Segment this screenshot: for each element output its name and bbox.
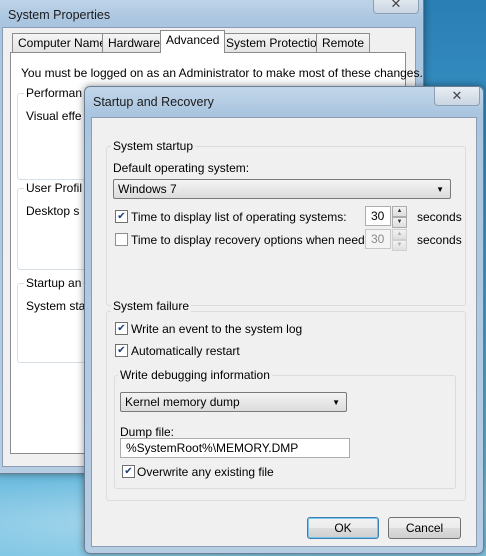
- show-recovery-spinner[interactable]: ▲ ▼: [392, 229, 407, 251]
- seconds-label: seconds: [417, 210, 462, 224]
- show-recovery-seconds-input[interactable]: 30: [365, 229, 391, 249]
- write-event-checkbox[interactable]: ✔: [115, 322, 128, 335]
- overwrite-checkbox[interactable]: ✔: [122, 465, 135, 478]
- check-icon: ✔: [117, 211, 126, 222]
- show-recovery-label: Time to display recovery options when ne…: [131, 233, 382, 247]
- dump-file-input[interactable]: %SystemRoot%\MEMORY.DMP: [120, 438, 350, 458]
- spin-up-icon[interactable]: ▲: [392, 206, 407, 217]
- performance-text: Visual effe: [26, 109, 82, 123]
- show-recovery-checkbox[interactable]: [115, 233, 128, 246]
- startup-recovery-dialog: Startup and Recovery ✕ System startup De…: [84, 86, 484, 554]
- dump-file-label: Dump file:: [120, 425, 175, 439]
- check-icon: ✔: [117, 323, 126, 334]
- startup-recovery-title: Startup an: [24, 276, 84, 290]
- dialog-client: System startup Default operating system:…: [91, 117, 477, 547]
- spin-up-icon[interactable]: ▲: [392, 229, 407, 240]
- system-failure-legend: System failure: [111, 299, 192, 313]
- default-os-dropdown[interactable]: Windows 7 ▼: [113, 179, 451, 199]
- auto-restart-label: Automatically restart: [131, 344, 240, 358]
- user-profiles-title: User Profil: [24, 181, 85, 195]
- check-icon: ✔: [117, 345, 126, 356]
- show-os-list-seconds-input[interactable]: 30: [365, 206, 391, 226]
- tab-computer-name[interactable]: Computer Name: [12, 33, 113, 53]
- default-os-label: Default operating system:: [113, 161, 250, 175]
- check-icon: ✔: [124, 466, 133, 477]
- spin-down-icon[interactable]: ▼: [392, 240, 407, 251]
- close-icon: ✕: [451, 88, 463, 103]
- debug-info-legend: Write debugging information: [118, 368, 272, 382]
- auto-restart-checkbox[interactable]: ✔: [115, 344, 128, 357]
- seconds-label: seconds: [417, 233, 462, 247]
- tab-remote[interactable]: Remote: [316, 33, 371, 53]
- system-startup-legend: System startup: [111, 139, 196, 153]
- window-title: System Properties: [8, 8, 111, 22]
- tab-hardware[interactable]: Hardware: [102, 33, 167, 53]
- close-button[interactable]: ✕: [373, 0, 419, 14]
- dialog-close-button[interactable]: ✕: [434, 87, 480, 106]
- overwrite-label: Overwrite any existing file: [137, 465, 274, 479]
- spin-down-icon[interactable]: ▼: [392, 217, 407, 228]
- tab-system-protection[interactable]: System Protection: [220, 33, 330, 53]
- show-os-list-checkbox[interactable]: ✔: [115, 210, 128, 223]
- cancel-button[interactable]: Cancel: [388, 517, 461, 539]
- chevron-down-icon: ▼: [332, 398, 340, 407]
- chevron-down-icon: ▼: [436, 185, 444, 194]
- user-profiles-text: Desktop s: [26, 204, 80, 218]
- ok-button[interactable]: OK: [307, 517, 379, 539]
- write-event-label: Write an event to the system log: [131, 322, 303, 336]
- debug-type-dropdown[interactable]: Kernel memory dump ▼: [120, 392, 347, 412]
- startup-recovery-text: System sta: [26, 299, 86, 313]
- close-icon: ✕: [390, 0, 402, 11]
- debug-type-value: Kernel memory dump: [125, 395, 240, 409]
- admin-note: You must be logged on as an Administrato…: [21, 66, 423, 80]
- tab-advanced[interactable]: Advanced: [160, 30, 226, 53]
- show-os-list-label: Time to display list of operating system…: [131, 210, 347, 224]
- default-os-value: Windows 7: [118, 182, 177, 196]
- dialog-title: Startup and Recovery: [93, 95, 214, 109]
- performance-title: Performan: [24, 86, 85, 100]
- show-os-list-spinner[interactable]: ▲ ▼: [392, 206, 407, 228]
